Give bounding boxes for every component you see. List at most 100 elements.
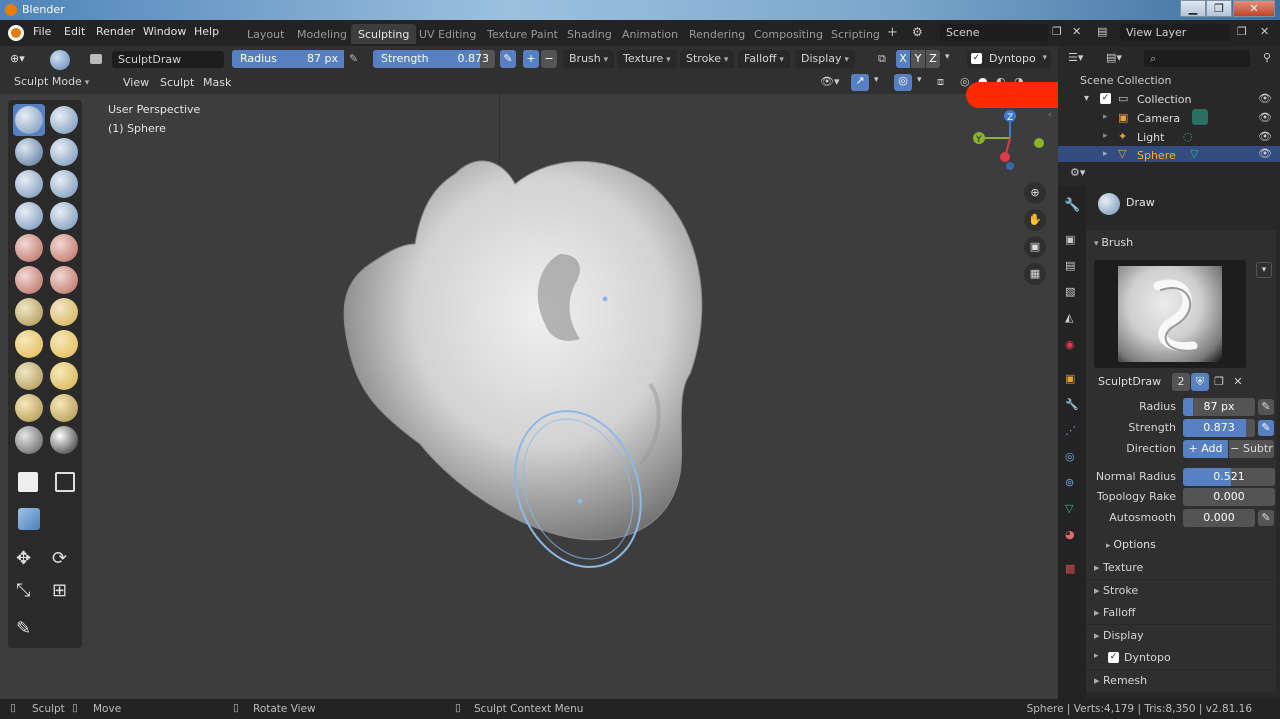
close-button[interactable]: ✕ bbox=[1233, 0, 1275, 17]
add-workspace-button[interactable]: + bbox=[887, 25, 898, 40]
layer-brush-icon[interactable] bbox=[50, 138, 78, 166]
outliner-item-light[interactable]: Light bbox=[1137, 131, 1164, 144]
blob-brush-icon[interactable] bbox=[50, 170, 78, 198]
tab-uv-editing[interactable]: UV Editing bbox=[412, 24, 483, 44]
new-view-layer-icon[interactable]: ❐ bbox=[1237, 25, 1247, 38]
pan-hand-icon[interactable]: ✋ bbox=[1024, 209, 1046, 231]
menu-edit[interactable]: Edit bbox=[64, 25, 85, 38]
direction-add-button[interactable]: + Add bbox=[1183, 440, 1228, 458]
brush-browse-icon[interactable] bbox=[90, 54, 102, 64]
crease-brush-icon[interactable] bbox=[15, 202, 43, 230]
overlays-options-icon[interactable]: ▾ bbox=[917, 75, 922, 85]
display-mode-icon[interactable]: ▤▾ bbox=[1106, 51, 1122, 64]
collection-expand-icon[interactable]: ▾ bbox=[1084, 93, 1089, 104]
brush-preview-menu-icon[interactable]: ▾ bbox=[1256, 262, 1272, 278]
dyntopo-toggle[interactable]: ✓ Dyntopo ▾ bbox=[967, 50, 1051, 68]
symmetry-y-toggle[interactable]: Y bbox=[911, 50, 925, 68]
topology-rake-field[interactable]: 0.000 bbox=[1183, 488, 1275, 506]
draw-brush-icon[interactable] bbox=[15, 106, 43, 134]
view-layer-tab-icon[interactable]: ▧ bbox=[1065, 285, 1075, 298]
smooth-brush-icon[interactable] bbox=[50, 202, 78, 230]
tab-shading[interactable]: Shading bbox=[560, 24, 619, 44]
draw-face-sets-icon[interactable] bbox=[50, 426, 78, 454]
snake-hook-brush-icon[interactable] bbox=[50, 298, 78, 326]
inflate-brush-icon[interactable] bbox=[15, 170, 43, 198]
annotate-tool-icon[interactable]: ✎ bbox=[16, 618, 31, 639]
brush-users-count[interactable]: 2 bbox=[1172, 373, 1190, 391]
view-layer-field[interactable]: View Layer bbox=[1120, 24, 1230, 41]
delete-scene-icon[interactable]: ✕ bbox=[1072, 25, 1081, 38]
grab-brush-icon[interactable] bbox=[15, 298, 43, 326]
sphere-mesh-data-icon[interactable]: ▽ bbox=[1190, 147, 1198, 160]
strength-prop-field[interactable]: 0.873 bbox=[1183, 419, 1255, 437]
dyntopo-panel-checkbox-icon[interactable]: ✓ bbox=[1108, 652, 1119, 663]
texture-dropdown[interactable]: Texture bbox=[617, 50, 677, 68]
light-visibility-icon[interactable]: 👁 bbox=[1258, 130, 1272, 143]
visibility-icon[interactable]: 👁▾ bbox=[820, 75, 840, 88]
scene-field[interactable]: Scene bbox=[940, 24, 1048, 41]
world-tab-icon[interactable]: ◉ bbox=[1065, 338, 1075, 351]
filter-icon[interactable]: ⚲ bbox=[1263, 51, 1271, 64]
options-subpanel[interactable]: ▸ Options bbox=[1106, 538, 1156, 551]
modifier-tab-icon[interactable]: 🔧 bbox=[1065, 398, 1079, 411]
scene-collection-label[interactable]: Scene Collection bbox=[1080, 74, 1171, 87]
display-dropdown[interactable]: Display bbox=[795, 50, 855, 68]
sculpt-mesh[interactable] bbox=[330, 144, 730, 604]
delete-view-layer-icon[interactable]: ✕ bbox=[1260, 25, 1269, 38]
fill-brush-icon[interactable] bbox=[50, 234, 78, 262]
mesh-data-tab-icon[interactable]: ▽ bbox=[1065, 502, 1073, 515]
radius-prop-field[interactable]: 87 px bbox=[1183, 398, 1255, 416]
mask-brush-icon[interactable] bbox=[15, 426, 43, 454]
pose-brush-icon[interactable] bbox=[50, 394, 78, 422]
overlays-toggle-icon[interactable]: ◎ bbox=[894, 74, 912, 91]
simplify-brush-icon[interactable] bbox=[15, 394, 43, 422]
physics-tab-icon[interactable]: ◎ bbox=[1065, 450, 1075, 463]
minimize-button[interactable]: ▁ bbox=[1180, 0, 1206, 17]
outliner-item-sphere[interactable]: Sphere bbox=[1137, 149, 1176, 162]
move-tool-icon[interactable]: ✥ bbox=[16, 548, 31, 569]
outliner-editor-icon[interactable]: ☰▾ bbox=[1068, 51, 1083, 64]
object-tab-icon[interactable]: ▣ bbox=[1065, 372, 1075, 385]
autosmooth-field[interactable]: 0.000 bbox=[1183, 509, 1255, 527]
rotate-tool-icon[interactable]: ⟳ bbox=[52, 548, 67, 569]
mode-dropdown[interactable]: Sculpt Mode bbox=[8, 73, 96, 91]
tab-scripting[interactable]: Scripting bbox=[824, 24, 887, 44]
tab-animation[interactable]: Animation bbox=[615, 24, 685, 44]
mask-menu[interactable]: Mask bbox=[203, 76, 231, 89]
tab-layout[interactable]: Layout bbox=[240, 24, 291, 44]
stroke-panel[interactable]: Stroke bbox=[1086, 580, 1276, 602]
symmetry-x-toggle[interactable]: X bbox=[896, 50, 910, 68]
sculpt-menu[interactable]: Sculpt bbox=[160, 76, 194, 89]
tab-compositing[interactable]: Compositing bbox=[747, 24, 830, 44]
ortho-grid-icon[interactable]: ▦ bbox=[1024, 263, 1046, 285]
direction-subtract-button[interactable]: − Subtr bbox=[1229, 440, 1274, 458]
falloff-dropdown[interactable]: Falloff bbox=[738, 50, 790, 68]
strength-pressure-icon[interactable]: ✎ bbox=[500, 50, 516, 68]
fake-user-shield-icon[interactable]: ⛨ bbox=[1191, 373, 1209, 391]
xray-toggle-icon[interactable]: ⧈ bbox=[937, 75, 944, 89]
clay-brush-icon[interactable] bbox=[50, 106, 78, 134]
mesh-filter-icon[interactable] bbox=[18, 508, 40, 530]
box-mask-icon[interactable] bbox=[18, 472, 38, 492]
flatten-brush-icon[interactable] bbox=[15, 234, 43, 262]
elastic-brush-icon[interactable] bbox=[50, 362, 78, 390]
tab-texture-paint[interactable]: Texture Paint bbox=[480, 24, 565, 44]
brush-preview-frame[interactable] bbox=[1094, 260, 1246, 368]
box-hide-icon[interactable] bbox=[55, 472, 75, 492]
navigation-gizmo[interactable]: Z Y bbox=[965, 106, 1055, 186]
pinch-brush-icon[interactable] bbox=[50, 266, 78, 294]
scene-tab-icon[interactable]: ◭ bbox=[1065, 311, 1073, 324]
rotate-brush-icon[interactable] bbox=[15, 362, 43, 390]
outliner-search-input[interactable]: ⌕ bbox=[1144, 50, 1250, 67]
scrape-brush-icon[interactable] bbox=[15, 266, 43, 294]
view-menu[interactable]: View bbox=[123, 76, 149, 89]
camera-visibility-icon[interactable]: 👁 bbox=[1258, 111, 1272, 124]
gizmo-toggle-icon[interactable]: ↗ bbox=[851, 74, 869, 91]
thumb-brush-icon[interactable] bbox=[15, 330, 43, 358]
subtract-direction-button[interactable]: − bbox=[541, 50, 557, 68]
outliner-item-camera[interactable]: Camera bbox=[1137, 112, 1180, 125]
menu-help[interactable]: Help bbox=[194, 25, 219, 38]
transform-tool-icon[interactable]: ⊞ bbox=[52, 580, 67, 601]
tool-tab-icon[interactable]: 🔧 bbox=[1064, 198, 1080, 213]
strength-prop-pressure-icon[interactable]: ✎ bbox=[1258, 420, 1274, 436]
